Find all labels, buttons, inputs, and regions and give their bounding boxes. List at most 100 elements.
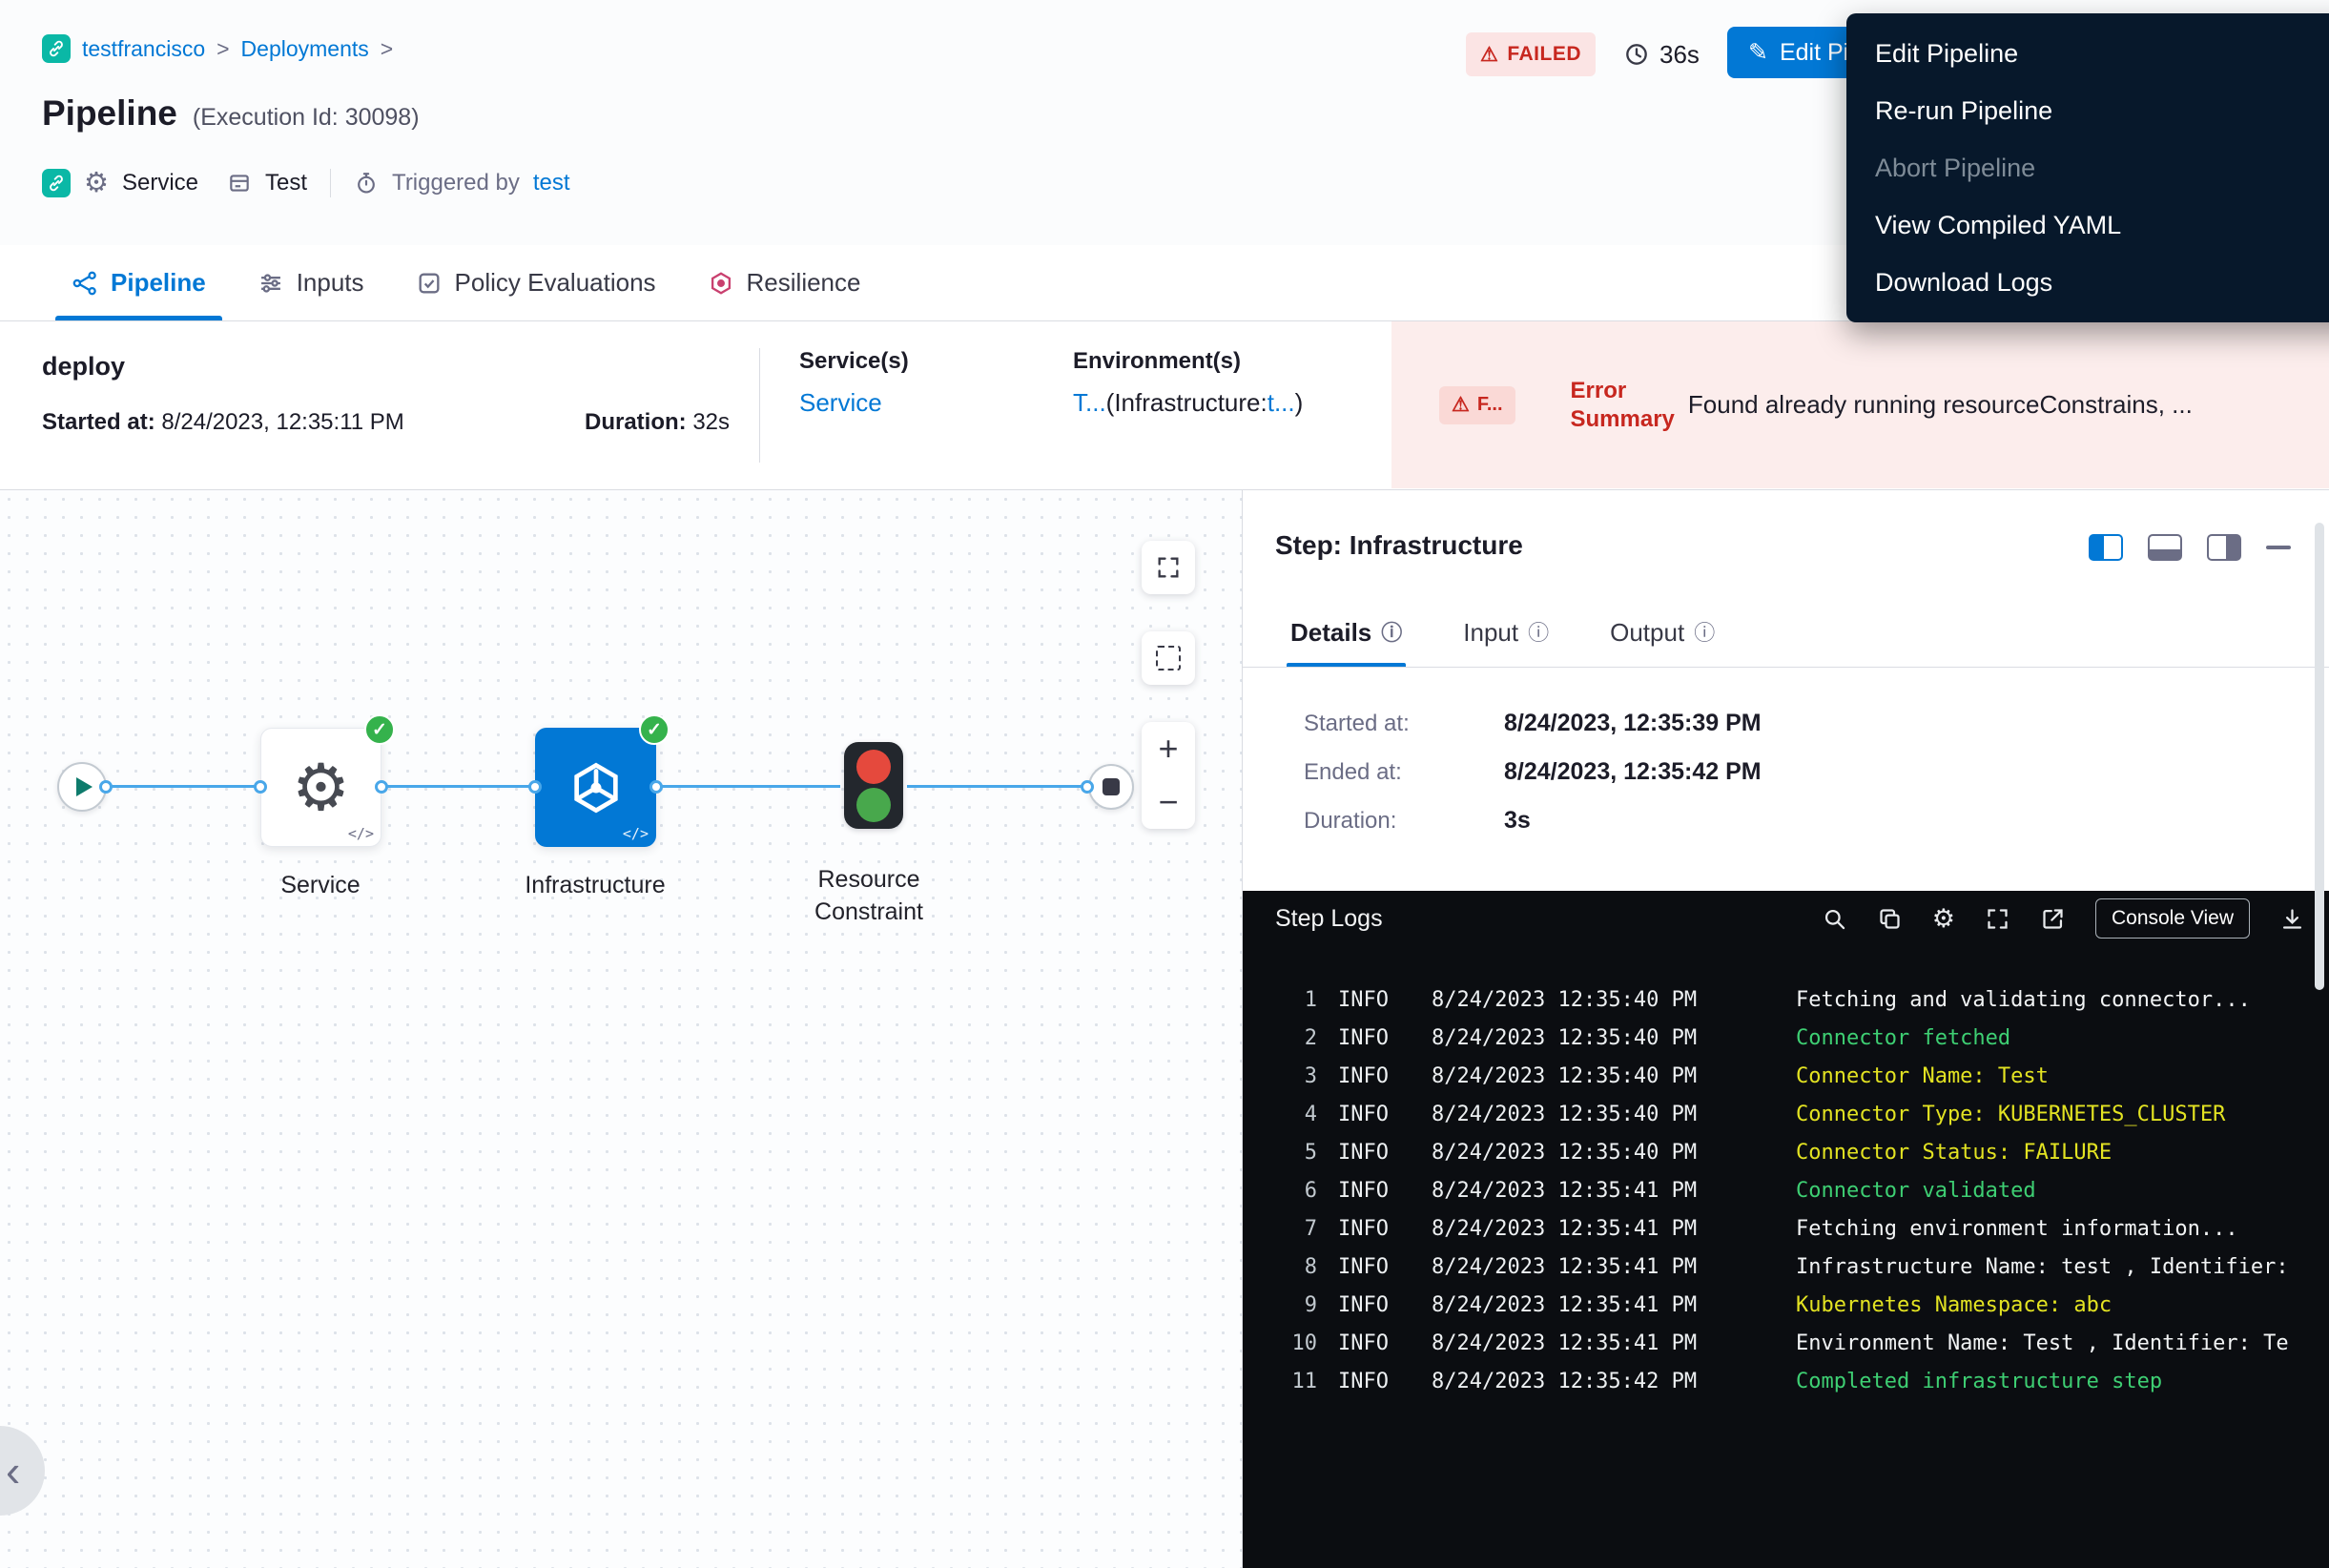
test-name[interactable]: Test xyxy=(265,170,307,196)
step-panel-tabs: Details ⓘ Input ⓘ Output ⓘ xyxy=(1243,586,2329,668)
services-label: Service(s) xyxy=(799,348,909,375)
play-icon xyxy=(76,777,93,796)
tab-policy-evaluations[interactable]: Policy Evaluations xyxy=(390,245,682,320)
error-summary-message: Found already running resourceConstrains… xyxy=(1688,390,2329,420)
infrastructure-icon xyxy=(565,756,628,819)
pipeline-graph-canvas[interactable]: ⚙ ✓ </> Service ✓ </> Infrastructure Res… xyxy=(0,490,1242,1568)
pencil-icon: ✎ xyxy=(1748,38,1768,67)
info-icon[interactable]: ⓘ xyxy=(1528,623,1549,644)
menu-item-rerun-pipeline[interactable]: Re-run Pipeline xyxy=(1846,82,2329,139)
status-badge: ⚠ FAILED xyxy=(1466,32,1596,76)
elapsed-label: 36s xyxy=(1659,40,1700,70)
code-badge: </> xyxy=(348,825,374,842)
error-summary-zone: ⚠ F... Error Summary Found already runni… xyxy=(1391,321,2329,488)
triggered-by-label: Triggered by xyxy=(392,170,520,196)
tab-input-label: Input xyxy=(1463,618,1518,648)
menu-item-edit-pipeline[interactable]: Edit Pipeline xyxy=(1846,25,2329,82)
canvas-fullscreen-button[interactable] xyxy=(1142,541,1195,594)
service-step-node[interactable]: ⚙ ✓ </> xyxy=(260,728,381,847)
copy-icon[interactable] xyxy=(1877,906,1903,932)
info-icon[interactable]: ⓘ xyxy=(1381,623,1402,644)
duration-label: Duration: xyxy=(585,409,687,435)
infrastructure-step-node[interactable]: ✓ </> xyxy=(535,728,656,847)
log-line: 8INFO8/24/2023 12:35:41 PMInfrastructure… xyxy=(1243,1248,2329,1286)
pipeline-icon xyxy=(72,270,98,297)
canvas-select-button[interactable] xyxy=(1142,631,1195,685)
log-line: 9INFO8/24/2023 12:35:41 PMKubernetes Nam… xyxy=(1243,1286,2329,1324)
environment-icon xyxy=(227,171,252,196)
scrollbar-thumb[interactable] xyxy=(2315,523,2324,990)
step-details-panel: Step: Infrastructure Details ⓘ Input ⓘ O… xyxy=(1242,490,2329,1568)
service-link[interactable]: Service xyxy=(799,388,882,417)
resource-constraint-node[interactable] xyxy=(844,742,903,829)
log-line: 2INFO8/24/2023 12:35:40 PMConnector fetc… xyxy=(1243,1019,2329,1057)
menu-item-download-logs[interactable]: Download Logs xyxy=(1846,254,2329,311)
info-icon[interactable]: ⓘ xyxy=(1694,623,1715,644)
gear-icon: ⚙ xyxy=(292,755,350,820)
console-header: Step Logs ⚙ xyxy=(1243,891,2329,946)
stage-name[interactable]: deploy xyxy=(42,352,125,382)
duration-value: 32s xyxy=(692,409,730,435)
breadcrumb-deployments-link[interactable]: Deployments xyxy=(241,36,369,62)
environment-close-text: ) xyxy=(1295,388,1304,417)
context-menu: Edit Pipeline Re-run Pipeline Abort Pipe… xyxy=(1846,13,2329,322)
graph-edge xyxy=(662,785,840,788)
stage-duration: Duration: 32s xyxy=(585,409,730,436)
panel-layout-controls xyxy=(2089,534,2291,561)
log-area: 1INFO8/24/2023 12:35:40 PMFetching and v… xyxy=(1243,946,2329,1400)
minimize-icon[interactable] xyxy=(2266,546,2291,549)
tab-resilience[interactable]: Resilience xyxy=(682,245,887,320)
environment-link[interactable]: T... xyxy=(1073,388,1106,417)
service-name[interactable]: Service xyxy=(122,170,198,196)
settings-gear-icon[interactable]: ⚙ xyxy=(1932,906,1955,932)
traffic-light-green xyxy=(856,788,891,822)
meta-divider xyxy=(330,169,331,197)
tab-resilience-label: Resilience xyxy=(747,268,861,298)
execution-meta-row: ⚙ Service Test Triggered by test xyxy=(42,160,570,206)
environment-infra-text: (Infrastructure: xyxy=(1106,388,1268,417)
expand-icon[interactable] xyxy=(1985,906,2010,932)
download-icon[interactable] xyxy=(2279,906,2305,932)
layout-bottom-icon[interactable] xyxy=(2148,534,2182,561)
breadcrumb-project-link[interactable]: testfrancisco xyxy=(82,36,205,62)
field-duration: Duration: 3s xyxy=(1304,807,1762,835)
stopwatch-icon xyxy=(354,171,379,196)
zoom-in-button[interactable]: + xyxy=(1142,722,1195,775)
code-badge: </> xyxy=(623,825,649,842)
layout-split-icon[interactable] xyxy=(2089,534,2123,561)
tab-output-label: Output xyxy=(1610,618,1684,648)
external-link-icon[interactable] xyxy=(2040,906,2066,932)
field-started-at: Started at: 8/24/2023, 12:35:39 PM xyxy=(1304,710,1762,737)
marquee-icon xyxy=(1156,646,1181,671)
layout-right-icon[interactable] xyxy=(2207,534,2241,561)
step-panel-title: Step: Infrastructure xyxy=(1275,530,1523,561)
tab-inputs[interactable]: Inputs xyxy=(232,245,390,320)
warning-icon: ⚠ xyxy=(1480,45,1498,65)
zoom-out-button[interactable]: − xyxy=(1142,775,1195,829)
tab-output[interactable]: Output ⓘ xyxy=(1610,618,1715,667)
tab-pipeline[interactable]: Pipeline xyxy=(46,245,232,320)
triggered-by-user[interactable]: test xyxy=(533,170,570,196)
search-icon[interactable] xyxy=(1822,906,1847,932)
panel-collapse-handle[interactable]: ‹ xyxy=(0,1426,45,1516)
policy-check-icon xyxy=(416,270,443,297)
started-at-label: Started at: xyxy=(42,409,155,435)
services-block: Service(s) Service xyxy=(799,348,909,418)
console-view-button[interactable]: Console View xyxy=(2095,898,2250,939)
failed-mini-badge: ⚠ F... xyxy=(1439,386,1515,424)
page-title: Pipeline xyxy=(42,93,177,134)
stage-started-at: Started at: 8/24/2023, 12:35:11 PM xyxy=(42,409,404,436)
tab-details[interactable]: Details ⓘ xyxy=(1290,618,1402,667)
edge-connector-dot xyxy=(528,780,542,794)
tab-input[interactable]: Input ⓘ xyxy=(1463,618,1549,667)
failed-mini-badge-label: F... xyxy=(1477,394,1503,416)
gear-icon: ⚙ xyxy=(84,170,109,197)
edge-connector-dot xyxy=(649,780,663,794)
tab-details-label: Details xyxy=(1290,618,1371,648)
module-link-icon xyxy=(42,34,71,63)
stage-summary-bar: deploy Started at: 8/24/2023, 12:35:11 P… xyxy=(0,321,2329,490)
infrastructure-link[interactable]: t... xyxy=(1268,388,1295,417)
menu-item-view-compiled-yaml[interactable]: View Compiled YAML xyxy=(1846,196,2329,254)
log-line: 4INFO8/24/2023 12:35:40 PMConnector Type… xyxy=(1243,1095,2329,1133)
log-line: 7INFO8/24/2023 12:35:41 PMFetching envir… xyxy=(1243,1209,2329,1248)
